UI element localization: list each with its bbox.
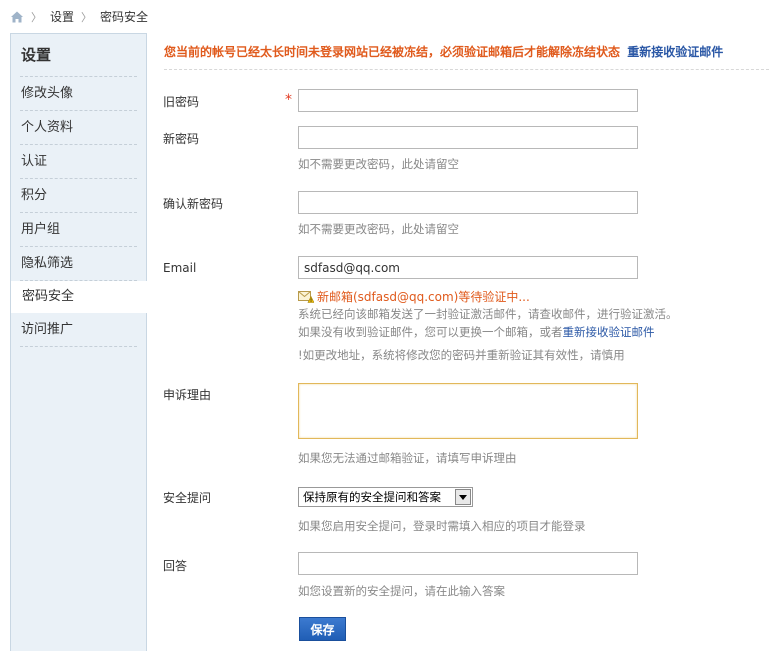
sidebar-item-usergroup[interactable]: 用户组: [20, 213, 137, 247]
appeal-hint: 如果您无法通过邮箱验证，请填写申诉理由: [298, 451, 517, 465]
new-password-label: 新密码: [163, 132, 200, 146]
breadcrumb-current: 密码安全: [100, 10, 149, 24]
alert-text: 您当前的帐号已经太长时间未登录网站已经被冻结，必须验证邮箱后才能解除冻结状态: [164, 45, 621, 59]
security-question-select[interactable]: 保持原有的安全提问和答案: [298, 487, 473, 507]
resend-verification-link[interactable]: 重新接收验证邮件: [627, 45, 723, 59]
email-hint-resend: 如果没有收到验证邮件，您可以更换一个邮箱，或者重新接收验证邮件: [298, 324, 655, 340]
sidebar-item-promotion[interactable]: 访问推广: [20, 313, 137, 347]
new-password-input[interactable]: [298, 126, 638, 149]
mail-warning-icon: [298, 290, 315, 303]
confirm-password-label: 确认新密码: [163, 197, 224, 211]
email-pending-status: 新邮箱(sdfasd@qq.com)等待验证中...: [298, 288, 530, 305]
frozen-alert: 您当前的帐号已经太长时间未登录网站已经被冻结，必须验证邮箱后才能解除冻结状态 重…: [164, 43, 769, 70]
breadcrumb-settings[interactable]: 设置: [50, 8, 74, 25]
old-password-label: 旧密码: [163, 95, 200, 109]
confirm-password-input[interactable]: [298, 191, 638, 214]
sidebar-title: 设置: [20, 34, 137, 77]
chevron-right-icon: 〉: [81, 10, 93, 24]
appeal-label: 申诉理由: [163, 388, 212, 402]
sidebar: 设置 修改头像 个人资料 认证 积分 用户组 隐私筛选 密码安全 访问推广: [10, 33, 147, 651]
appeal-textarea[interactable]: [298, 383, 638, 439]
email-input[interactable]: [298, 256, 638, 279]
answer-label: 回答: [163, 559, 188, 573]
email-resend-link[interactable]: 重新接收验证邮件: [563, 325, 655, 339]
chevron-right-icon: 〉: [31, 10, 42, 24]
breadcrumb: 〉 设置 〉 密码安全: [0, 0, 771, 33]
security-question-selected: 保持原有的安全提问和答案: [303, 490, 441, 504]
sidebar-item-avatar[interactable]: 修改头像: [20, 77, 137, 111]
email-hint-resend-text: 如果没有收到验证邮件，您可以更换一个邮箱，或者: [298, 325, 563, 339]
sidebar-item-profile[interactable]: 个人资料: [20, 111, 137, 145]
new-password-hint: 如不需要更改密码，此处请留空: [298, 157, 459, 171]
chevron-down-icon[interactable]: [455, 489, 471, 505]
answer-hint: 如您设置新的安全提问，请在此输入答案: [298, 584, 505, 598]
security-question-label: 安全提问: [163, 491, 212, 505]
home-icon[interactable]: [10, 10, 24, 24]
save-button[interactable]: 保存: [299, 617, 346, 641]
email-hint-sent: 系统已经向该邮箱发送了一封验证激活邮件，请查收邮件，进行验证激活。: [298, 307, 678, 321]
sidebar-item-verify[interactable]: 认证: [20, 145, 137, 179]
sidebar-item-credits[interactable]: 积分: [20, 179, 137, 213]
sidebar-item-password-security[interactable]: 密码安全: [10, 281, 147, 313]
email-pending-text: 新邮箱(sdfasd@qq.com)等待验证中...: [317, 290, 530, 304]
sidebar-item-privacy[interactable]: 隐私筛选: [20, 247, 137, 281]
required-mark: *: [285, 92, 292, 108]
confirm-password-hint: 如不需要更改密码，此处请留空: [298, 222, 459, 236]
old-password-input[interactable]: [298, 89, 638, 112]
email-hint-warning: !如更改地址，系统将修改您的密码并重新验证其有效性，请慎用: [298, 348, 625, 362]
answer-input[interactable]: [298, 552, 638, 575]
security-question-hint: 如果您启用安全提问，登录时需填入相应的项目才能登录: [298, 519, 586, 533]
email-label: Email: [163, 261, 197, 275]
